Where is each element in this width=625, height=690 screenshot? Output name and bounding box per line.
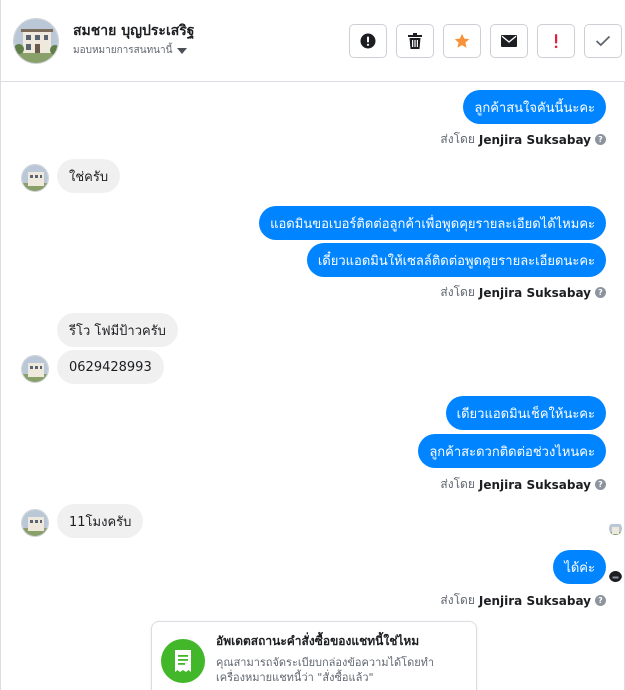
outgoing-message[interactable]: แอดมินขอเบอร์ติดต่อลูกค้าเพื่อพูดคุยรายล… <box>259 206 606 240</box>
sent-by-prefix: ส่งโดย <box>440 477 475 491</box>
conversation-toolbar <box>349 24 622 58</box>
delete-button[interactable] <box>396 24 434 58</box>
help-icon[interactable]: ? <box>595 134 606 145</box>
sent-by-label: ส่งโดย Jenjira Suksabay ? <box>440 283 606 302</box>
mark-spam-button[interactable] <box>537 24 575 58</box>
sent-by-prefix: ส่งโดย <box>440 285 475 299</box>
exclamation-icon <box>554 34 558 49</box>
delivered-icon <box>609 569 622 582</box>
assign-conversation-dropdown[interactable]: มอบหมายการสนทนานี้ <box>73 43 188 58</box>
customer-avatar[interactable] <box>13 18 59 64</box>
sent-by-agent: Jenjira Suksabay <box>478 477 591 492</box>
inbox-conversation: สมชาย บุญประเสริฐ มอบหมายการสนทนานี้ ลูก… <box>0 0 625 690</box>
outgoing-message[interactable]: ได้ค่ะ <box>553 550 606 584</box>
sent-by-label: ส่งโดย Jenjira Suksabay ? <box>440 475 606 494</box>
info-alert-button[interactable] <box>349 24 387 58</box>
sent-by-agent: Jenjira Suksabay <box>478 593 591 608</box>
checkmark-icon <box>595 35 611 47</box>
star-icon <box>454 33 470 48</box>
incoming-message[interactable]: รีโว โฟมีป้าวครับ <box>57 313 178 347</box>
card-title: อัพเดตสถานะคำสั่งซื้อของแชทนี้ใช่ไหม <box>216 634 420 648</box>
help-icon[interactable]: ? <box>595 479 606 490</box>
customer-name: สมชาย บุญประเสริฐ <box>73 23 195 39</box>
alert-circle-icon <box>360 33 376 49</box>
sent-by-label: ส่งโดย Jenjira Suksabay ? <box>440 130 606 149</box>
customer-avatar-small[interactable] <box>21 164 49 192</box>
message-thread[interactable]: ลูกค้าสนใจคันนี้นะคะ ส่งโดย Jenjira Suks… <box>1 83 625 690</box>
mark-unread-button[interactable] <box>490 24 528 58</box>
incoming-message[interactable]: ใช่ครับ <box>57 159 121 193</box>
sent-by-label: ส่งโดย Jenjira Suksabay ? <box>440 591 606 610</box>
help-icon[interactable]: ? <box>595 287 606 298</box>
outgoing-message[interactable]: เดียวแอดมินเช็คให้นะคะ <box>445 396 606 430</box>
sent-by-agent: Jenjira Suksabay <box>478 285 591 300</box>
incoming-message[interactable]: 11โมงครับ <box>57 504 144 538</box>
outgoing-message[interactable]: เดี๋ยวแอดมินให้เซลล์ติดต่อพูดคุยรายละเอี… <box>306 243 606 277</box>
sent-by-prefix: ส่งโดย <box>440 593 475 607</box>
assign-label: มอบหมายการสนทนานี้ <box>73 45 173 56</box>
order-status-prompt-card[interactable]: อัพเดตสถานะคำสั่งซื้อของแชทนี้ใช่ไหม คุณ… <box>151 621 477 690</box>
order-receipt-icon <box>161 639 205 683</box>
mail-icon <box>501 35 517 47</box>
chevron-down-icon <box>177 47 188 54</box>
outgoing-message[interactable]: ลูกค้าสะดวกติดต่อช่วงไหนคะ <box>418 434 606 468</box>
mark-done-button[interactable] <box>584 24 622 58</box>
conversation-header: สมชาย บุญประเสริฐ มอบหมายการสนทนานี้ <box>1 0 625 82</box>
outgoing-message[interactable]: ลูกค้าสนใจคันนี้นะคะ <box>463 90 606 124</box>
sent-by-agent: Jenjira Suksabay <box>478 132 591 147</box>
customer-avatar-small[interactable] <box>21 355 49 383</box>
seen-receipt-avatar <box>609 522 622 535</box>
trash-icon <box>408 33 422 49</box>
help-icon[interactable]: ? <box>595 595 606 606</box>
star-button[interactable] <box>443 24 481 58</box>
incoming-message[interactable]: 0629428993 <box>57 350 164 384</box>
sent-by-prefix: ส่งโดย <box>440 132 475 146</box>
card-description: คุณสามารถจัดระเบียบกล่องข้อความได้โดยทำเ… <box>216 656 435 684</box>
customer-avatar-small[interactable] <box>21 509 49 537</box>
